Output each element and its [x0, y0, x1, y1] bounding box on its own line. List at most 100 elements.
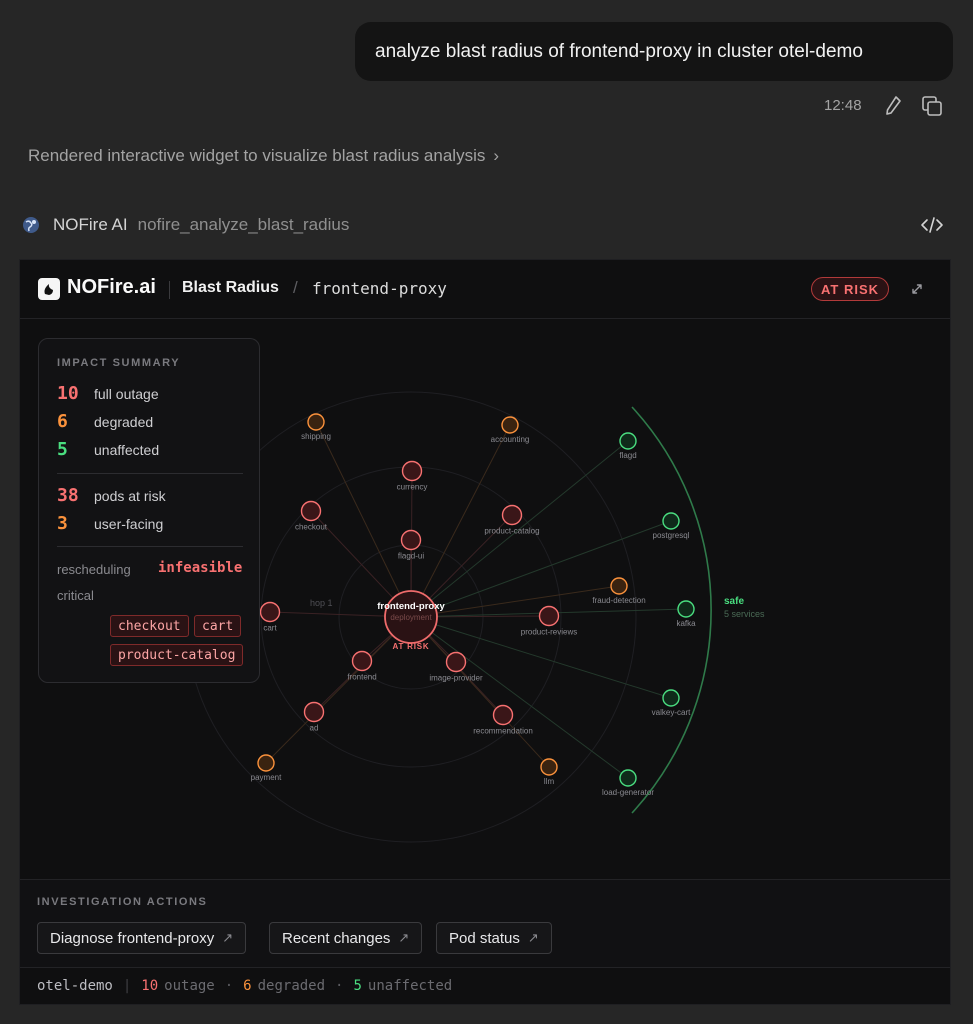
node-label: shipping [301, 432, 331, 441]
node-flagd[interactable]: flagd [619, 432, 637, 460]
unaffected-count: 5 [57, 439, 68, 460]
recent-changes-button[interactable]: Recent changes ↗ [269, 922, 423, 954]
summary-divider [57, 546, 243, 547]
node-circle [257, 754, 275, 772]
edge-accounting [410, 424, 511, 618]
node-label: llm [544, 777, 555, 786]
node-fraud-detection[interactable]: fraud-detection [592, 577, 646, 605]
user-message-text: analyze blast radius of frontend-proxy i… [375, 40, 863, 62]
node-llm[interactable]: llm [540, 758, 558, 786]
impact-summary-heading: IMPACT SUMMARY [57, 357, 181, 369]
code-icon[interactable] [920, 214, 944, 236]
footer-unaffected-count: 5 [353, 978, 362, 994]
globe-icon [23, 217, 39, 233]
node-payment[interactable]: payment [251, 754, 282, 782]
node-label: product-catalog [484, 527, 539, 536]
full-outage-stat: 10 full outage [57, 383, 159, 404]
node-label: kafka [676, 619, 696, 628]
critical-label: critical [57, 588, 94, 603]
node-label: frontend [347, 673, 376, 682]
node-circle [351, 650, 373, 672]
unaffected-label: unaffected [94, 442, 160, 458]
rescheduling-label: rescheduling [57, 562, 131, 577]
render-note-text: Rendered interactive widget to visualize… [28, 146, 486, 165]
external-link-icon: ↗ [527, 930, 539, 945]
safe-zone-count: 5 services [724, 609, 765, 619]
pods-at-risk-stat: 38 pods at risk [57, 485, 166, 506]
node-label: fraud-detection [592, 596, 645, 605]
pod-status-button[interactable]: Pod status ↗ [436, 922, 552, 954]
recent-changes-button-label: Recent changes [282, 929, 391, 947]
critical-service-tag[interactable]: checkout [110, 615, 189, 637]
footer-dot: · [224, 978, 234, 994]
degraded-label: degraded [94, 414, 154, 430]
footer-degraded-count: 6 [243, 978, 252, 994]
node-product-reviews[interactable]: product-reviews [521, 605, 577, 637]
user-facing-stat: 3 user-facing [57, 513, 163, 534]
critical-service-tag[interactable]: product-catalog [110, 644, 244, 666]
node-currency[interactable]: currency [397, 460, 428, 492]
node-label: flagd-ui [398, 552, 424, 561]
node-circle [259, 601, 281, 623]
node-label: postgresql [653, 531, 690, 540]
footer-outage-label: outage [164, 978, 215, 994]
footer-unaffected-label: unaffected [367, 978, 453, 994]
edge-llm [410, 616, 550, 768]
node-ad[interactable]: ad [303, 701, 325, 733]
node-image-provider[interactable]: image-provider [429, 651, 483, 683]
node-product-catalog[interactable]: product-catalog [484, 504, 540, 536]
collapse-icon[interactable] [910, 282, 924, 296]
node-label: load-generator [602, 788, 654, 797]
center-node-status: AT RISK [392, 642, 429, 651]
node-cart[interactable]: cart [259, 601, 281, 633]
node-kafka[interactable]: kafka [676, 600, 696, 628]
node-label: accounting [491, 435, 530, 444]
pods-at-risk-label: pods at risk [94, 488, 166, 504]
node-circle [619, 769, 637, 787]
node-accounting[interactable]: accounting [491, 416, 530, 444]
node-circle [538, 605, 560, 627]
node-circle [445, 651, 467, 673]
node-circle [662, 512, 680, 530]
node-label: ad [310, 724, 319, 733]
node-circle [540, 758, 558, 776]
widget-footer: otel-demo | 10 outage · 6 degraded · 5 u… [20, 967, 950, 1004]
footer-outage-count: 10 [141, 978, 159, 994]
node-circle [501, 504, 523, 526]
node-circle [401, 460, 423, 482]
rescheduling-value: infeasible [158, 560, 243, 576]
chevron-right-icon: › [493, 146, 500, 165]
pod-status-button-label: Pod status [449, 929, 520, 947]
summary-divider [57, 473, 243, 474]
target-service-name: frontend-proxy [312, 279, 447, 298]
copy-icon[interactable] [920, 94, 944, 118]
node-load-generator[interactable]: load-generator [602, 769, 654, 797]
render-note-toggle[interactable]: Rendered interactive widget to visualize… [28, 146, 499, 166]
node-circle [662, 689, 680, 707]
full-outage-label: full outage [94, 386, 159, 402]
edit-icon[interactable] [882, 94, 904, 118]
diagnose-button[interactable]: Diagnose frontend-proxy ↗ [37, 922, 247, 954]
degraded-stat: 6 degraded [57, 411, 153, 432]
unaffected-stat: 5 unaffected [57, 439, 159, 460]
node-label: cart [263, 624, 277, 633]
pods-at-risk-count: 38 [57, 485, 79, 506]
tool-call-row: NOFire AI nofire_analyze_blast_radius [22, 212, 952, 238]
node-recommendation[interactable]: recommendation [473, 704, 533, 736]
full-outage-count: 10 [57, 383, 79, 404]
nofire-logo-icon [38, 278, 60, 300]
node-circle [307, 413, 325, 431]
hop-label: hop 1 [310, 598, 333, 608]
status-badge: AT RISK [811, 277, 889, 301]
degraded-count: 6 [57, 411, 68, 432]
edge-payment [265, 616, 412, 764]
node-postgresql[interactable]: postgresql [653, 512, 690, 540]
user-message-bubble: analyze blast radius of frontend-proxy i… [355, 22, 953, 81]
brand-name: NOFire.ai [67, 276, 156, 298]
center-node[interactable]: frontend-proxy deployment AT RISK [377, 590, 445, 651]
node-circle [610, 577, 628, 595]
external-link-icon: ↗ [222, 930, 234, 945]
node-label: checkout [295, 523, 328, 532]
node-label: valkey-cart [652, 708, 691, 717]
critical-service-tag[interactable]: cart [194, 615, 242, 637]
